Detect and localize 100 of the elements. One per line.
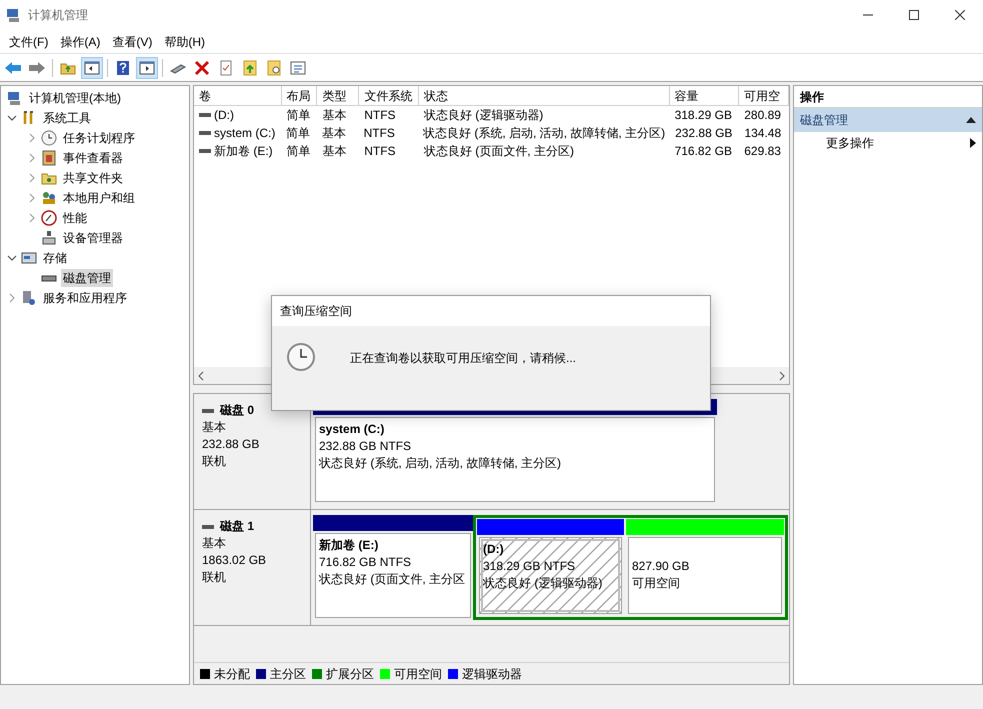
close-icon	[955, 10, 965, 20]
table-cell-text: 简单	[286, 107, 311, 124]
tree-item[interactable]: 本地用户和组	[61, 189, 137, 207]
help-icon	[114, 58, 132, 76]
scroll-left-icon[interactable]	[197, 370, 205, 380]
column-header[interactable]: 可用空	[739, 86, 790, 106]
column-header[interactable]: 卷	[194, 86, 282, 106]
column-header[interactable]: 状态	[418, 86, 670, 106]
table-cell-text: 280.89	[744, 107, 781, 124]
chevron-right-icon[interactable]	[27, 173, 37, 183]
chevron-right-icon[interactable]	[27, 133, 37, 143]
column-header[interactable]: 容量	[670, 86, 740, 106]
legend-label: 未分配	[214, 666, 250, 682]
actions-section[interactable]: 磁盘管理	[794, 108, 982, 132]
table-cell-text: 简单	[286, 143, 311, 160]
chevron-down-icon[interactable]	[7, 253, 17, 263]
toolbar-button[interactable]	[81, 56, 103, 78]
maximize-icon	[909, 10, 919, 20]
disk-name: 磁盘 1	[220, 518, 254, 535]
chevron-right-icon[interactable]	[27, 193, 37, 203]
dialog-title: 查询压缩空间	[272, 296, 710, 326]
drive-icon	[199, 148, 211, 154]
table-cell-text: 状态良好 (页面文件, 主分区)	[424, 143, 574, 160]
submenu-arrow-icon	[970, 138, 976, 148]
tree-item[interactable]: 任务计划程序	[61, 129, 137, 147]
table-cell-text: system (C:)	[214, 125, 276, 142]
services-icon	[21, 290, 37, 306]
app-icon	[6, 7, 22, 23]
drive-icon	[199, 112, 211, 118]
legend-label: 主分区	[270, 666, 306, 682]
table-cell-text: 318.29 GB	[674, 107, 732, 124]
tree-item[interactable]: 计算机管理(本地)	[27, 89, 123, 107]
menu-item[interactable]: 文件(F)	[3, 32, 54, 50]
users-icon	[41, 190, 57, 206]
dialog-message: 正在查询卷以获取可用压缩空间，请稍候...	[350, 350, 576, 367]
legend-label: 扩展分区	[326, 666, 374, 682]
partition-size: 716.82 GB NTFS	[319, 554, 412, 571]
partition-block[interactable]: (D:) 318.29 GB NTFS 状态良好 (逻辑驱动器)	[479, 537, 622, 614]
event-log-icon	[41, 150, 57, 166]
tree-item[interactable]: 系统工具	[41, 109, 93, 127]
tree-item[interactable]: 磁盘管理	[61, 269, 113, 287]
menu-item[interactable]: 查看(V)	[106, 32, 158, 50]
folder-search-icon	[265, 58, 283, 76]
action-item[interactable]: 更多操作	[826, 134, 874, 152]
disk-status: 联机	[202, 453, 227, 470]
collapse-icon[interactable]	[966, 116, 976, 124]
folder-icon	[241, 58, 259, 76]
column-header[interactable]: 文件系统	[359, 86, 419, 106]
scroll-right-icon[interactable]	[778, 370, 786, 380]
pane-icon	[138, 58, 156, 76]
section-title: 磁盘管理	[800, 112, 848, 129]
device-icon	[41, 230, 57, 246]
table-cell-text: 新加卷 (E:)	[214, 143, 273, 160]
storage-icon	[21, 250, 37, 266]
table-cell-text: 状态良好 (系统, 启动, 活动, 故障转储, 主分区)	[423, 125, 666, 142]
clock-icon	[286, 342, 316, 372]
tree-item[interactable]: 设备管理器	[61, 229, 125, 247]
chevron-down-icon[interactable]	[7, 113, 17, 123]
column-header[interactable]: 类型	[317, 86, 360, 106]
window-title: 计算机管理	[28, 7, 88, 24]
toolbar-button[interactable]	[136, 56, 158, 78]
table-cell-text: 134.48	[744, 125, 782, 142]
menu-item[interactable]: 操作(A)	[54, 32, 106, 50]
tree-item[interactable]: 服务和应用程序	[41, 289, 129, 307]
clock-icon	[41, 130, 57, 146]
tree-item[interactable]: 共享文件夹	[61, 169, 125, 187]
disk-type: 基本	[202, 419, 227, 436]
partition-status: 状态良好 (系统, 启动, 活动, 故障转储, 主分区)	[319, 455, 562, 472]
partition-block[interactable]: system (C:) 232.88 GB NTFS 状态良好 (系统, 启动, 活动, 故障转储, 主分区)	[315, 417, 715, 502]
partition-status: 可用空间	[632, 575, 681, 592]
pane-icon	[83, 58, 101, 76]
partition-title: (D:)	[483, 541, 505, 558]
tree-item[interactable]: 事件查看器	[61, 149, 125, 167]
table-cell-text: (D:)	[214, 107, 234, 124]
partition-block[interactable]: 827.90 GB 可用空间	[628, 537, 782, 614]
table-cell-text: 232.88 GB	[675, 125, 732, 142]
table-cell-text: 716.82 GB	[674, 143, 732, 160]
table-cell-text: NTFS	[364, 125, 395, 142]
table-cell-text: 基本	[322, 107, 346, 124]
performance-icon	[41, 210, 57, 226]
chevron-right-icon[interactable]	[27, 153, 37, 163]
disk-size: 1863.02 GB	[202, 552, 268, 569]
computer-icon	[7, 90, 23, 106]
tree-item[interactable]: 存储	[41, 249, 69, 267]
chevron-right-icon[interactable]	[7, 293, 17, 303]
disk-name: 磁盘 0	[220, 402, 254, 419]
chevron-right-icon[interactable]	[27, 213, 37, 223]
legend-label: 可用空间	[394, 666, 442, 682]
disk-status: 联机	[202, 569, 227, 586]
partition-status: 状态良好 (页面文件, 主分区	[319, 571, 466, 588]
partition-size: 827.90 GB	[632, 558, 690, 575]
tree-item[interactable]: 性能	[61, 209, 89, 227]
drive-icon	[199, 130, 211, 136]
table-cell-text: NTFS	[364, 143, 396, 160]
partition-title: 新加卷 (E:)	[319, 537, 380, 554]
column-header[interactable]: 布局	[282, 86, 318, 106]
partition-block[interactable]: 新加卷 (E:) 716.82 GB NTFS 状态良好 (页面文件, 主分区	[315, 533, 471, 618]
table-cell-text: 状态良好 (逻辑驱动器)	[424, 107, 544, 124]
table-cell-text: 简单	[286, 125, 310, 142]
menu-item[interactable]: 帮助(H)	[158, 32, 211, 50]
